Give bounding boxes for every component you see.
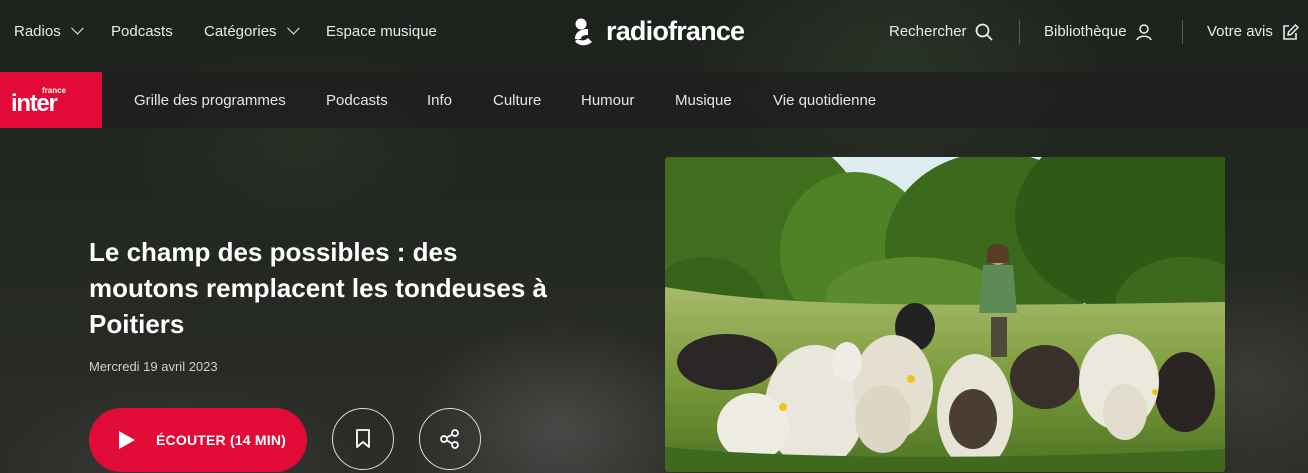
- user-icon: [1135, 24, 1152, 41]
- categories-label: Catégories: [204, 23, 277, 40]
- feedback-label: Votre avis: [1207, 23, 1273, 40]
- france-inter-logo[interactable]: france inter: [0, 72, 102, 128]
- nav-info[interactable]: Info: [427, 91, 452, 111]
- search-icon: [975, 23, 993, 41]
- divider: [1019, 20, 1020, 44]
- nav-culture[interactable]: Culture: [493, 91, 541, 111]
- nav-podcasts[interactable]: Podcasts: [326, 91, 388, 111]
- nav-musique[interactable]: Musique: [675, 91, 732, 111]
- radios-menu[interactable]: Radios: [14, 21, 84, 42]
- article-date: Mercredi 19 avril 2023: [89, 359, 218, 374]
- radiofrance-symbol-icon: [575, 18, 592, 46]
- feedback-button[interactable]: Votre avis: [1207, 22, 1299, 42]
- channel-navigation: france inter Grille des programmes Podca…: [0, 72, 1308, 128]
- podcasts-link[interactable]: Podcasts: [111, 22, 173, 42]
- podcasts-label: Podcasts: [111, 23, 173, 40]
- nav-vie-quotidienne[interactable]: Vie quotidienne: [773, 91, 876, 111]
- bookmark-icon: [356, 429, 370, 448]
- radiofrance-logo[interactable]: radiofrance: [572, 15, 745, 47]
- article-title: Le champ des possibles : des moutons rem…: [89, 237, 548, 339]
- nav-humour[interactable]: Humour: [581, 91, 634, 111]
- nav-grille[interactable]: Grille des programmes: [134, 91, 286, 111]
- search-label: Rechercher: [889, 23, 967, 40]
- listen-label: ÉCOUTER (14 MIN): [156, 432, 286, 448]
- top-navigation: Radios Podcasts Catégories Espace musiqu…: [0, 0, 1308, 64]
- play-icon: [119, 431, 135, 449]
- divider: [1182, 20, 1183, 44]
- chevron-down-icon: [286, 21, 300, 35]
- article-photo: [665, 157, 1225, 472]
- brand-name: radiofrance: [606, 15, 745, 46]
- categories-menu[interactable]: Catégories: [204, 21, 300, 42]
- radios-label: Radios: [14, 23, 61, 40]
- share-icon: [440, 429, 459, 449]
- library-button[interactable]: Bibliothèque: [1044, 22, 1153, 42]
- espace-musique-link[interactable]: Espace musique: [326, 22, 437, 42]
- espace-musique-label: Espace musique: [326, 23, 437, 40]
- edit-icon: [1283, 23, 1299, 40]
- library-label: Bibliothèque: [1044, 23, 1127, 40]
- share-button[interactable]: [419, 408, 481, 470]
- logo-big-text: inter: [11, 90, 58, 117]
- search-button[interactable]: Rechercher: [889, 22, 993, 42]
- bookmark-button[interactable]: [332, 408, 394, 470]
- listen-button[interactable]: ÉCOUTER (14 MIN): [89, 408, 307, 472]
- chevron-down-icon: [70, 21, 84, 35]
